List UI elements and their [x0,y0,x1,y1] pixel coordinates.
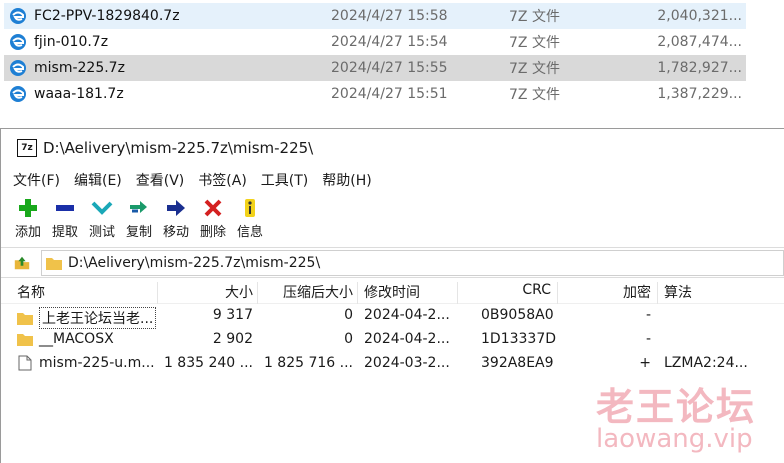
folder-up-icon [14,256,30,269]
7zip-app-icon: 7z [17,139,37,157]
list-header: 名称 大小 压缩后大小 修改时间 CRC 加密 算法 [1,278,784,304]
menu-tools[interactable]: 工具(T) [261,170,308,190]
file-date: 2024/4/27 15:54 [331,34,448,50]
row-modified: 2024-04-2... [364,307,450,323]
row-packed: 0 [344,307,353,323]
col-packed-size[interactable]: 压缩后大小 [263,282,353,302]
col-crc[interactable]: CRC [481,282,551,298]
menu-bookmarks[interactable]: 书签(A) [198,170,247,190]
move-arrow-icon [167,200,185,216]
browser-file-icon [10,60,26,76]
extract-button[interactable]: 提取 [48,197,82,240]
col-modified[interactable]: 修改时间 [364,282,420,302]
menu-edit[interactable]: 编辑(E) [74,170,122,190]
file-name: FC2-PPV-1829840.7z [34,8,180,24]
info-button[interactable]: 信息 [233,197,267,240]
folder-up-button[interactable] [9,250,35,276]
row-modified: 2024-04-2... [364,331,450,347]
explorer-file-list: FC2-PPV-1829840.7z 2024/4/27 15:58 7Z 文件… [0,0,784,112]
row-name: __MACOSX [39,331,114,347]
file-size: 2,040,321... [657,8,742,24]
row-modified: 2024-03-2... [364,355,450,371]
test-label: 测试 [88,225,115,240]
watermark-url: laowang.vip [596,424,753,454]
table-row[interactable]: mism-225-u.m... 1 835 240 ... 1 825 716 … [1,352,784,376]
col-name[interactable]: 名称 [17,282,45,302]
minus-icon [56,205,74,211]
col-method[interactable]: 算法 [664,282,692,302]
folder-icon [45,257,62,270]
file-name: fjin-010.7z [34,34,109,50]
browser-file-icon [10,8,26,24]
path-text: D:\Aelivery\mism-225.7z\mism-225\ [67,254,321,271]
move-button[interactable]: 移动 [159,197,193,240]
file-type: 7Z 文件 [509,87,560,103]
col-encrypted[interactable]: 加密 [601,282,651,302]
row-crc: 0B9058A0 [481,307,554,323]
archive-file-list: 名称 大小 压缩后大小 修改时间 CRC 加密 算法 上老王论坛当老... 9 … [1,277,784,376]
toolbar: 添加 提取 测试 复制 移动 删除 信息 [1,193,784,247]
info-icon [245,199,255,217]
browser-file-icon [10,34,26,50]
row-encrypted: - [645,331,651,347]
table-row[interactable]: 上老王论坛当老... 9 317 0 2024-04-2... 0B9058A0… [1,304,784,329]
file-size: 1,782,927... [657,60,742,76]
row-name: mism-225-u.m... [39,355,155,371]
file-type: 7Z 文件 [509,9,560,25]
copy-arrows-icon [130,201,147,213]
file-name: mism-225.7z [34,60,125,76]
row-name: 上老王论坛当老... [39,307,157,329]
add-label: 添加 [14,225,41,240]
row-size: 1 835 240 ... [163,355,253,371]
delete-button[interactable]: 删除 [196,197,230,240]
file-icon [18,355,32,371]
table-row[interactable]: __MACOSX 2 902 0 2024-04-2... 1D13337D - [1,328,784,352]
file-date: 2024/4/27 15:51 [331,86,448,102]
address-bar: D:\Aelivery\mism-225.7z\mism-225\ [1,247,784,277]
add-button[interactable]: 添加 [11,197,45,240]
menu-help[interactable]: 帮助(H) [322,170,371,190]
menu-file[interactable]: 文件(F) [13,170,60,190]
file-type: 7Z 文件 [509,61,560,77]
file-date: 2024/4/27 15:55 [331,60,448,76]
row-crc: 392A8EA9 [481,355,554,371]
file-row-mism[interactable]: mism-225.7z 2024/4/27 15:55 7Z 文件 1,782,… [4,55,746,81]
file-date: 2024/4/27 15:58 [331,8,448,24]
row-crc: 1D13337D [481,331,557,347]
col-size[interactable]: 大小 [191,282,253,302]
copy-label: 复制 [125,225,152,240]
menu-view[interactable]: 查看(V) [136,170,185,190]
row-size: 9 317 [212,307,253,323]
watermark-text: 老王论坛 [596,385,757,429]
extract-label: 提取 [51,225,78,240]
row-encrypted: + [639,355,651,371]
file-row-waaa[interactable]: waaa-181.7z 2024/4/27 15:51 7Z 文件 1,387,… [4,81,746,107]
file-row-fjin[interactable]: fjin-010.7z 2024/4/27 15:54 7Z 文件 2,087,… [4,29,746,55]
folder-icon [17,313,33,325]
row-method: LZMA2:24... [664,355,748,371]
row-size: 2 902 [212,331,253,347]
row-encrypted: - [645,307,651,323]
path-input[interactable]: D:\Aelivery\mism-225.7z\mism-225\ [40,249,784,276]
file-size: 1,387,229... [657,86,742,102]
menu-bar: 文件(F) 编辑(E) 查看(V) 书签(A) 工具(T) 帮助(H) [1,167,784,193]
copy-button[interactable]: 复制 [122,197,156,240]
file-row-fc2[interactable]: FC2-PPV-1829840.7z 2024/4/27 15:58 7Z 文件… [4,3,746,29]
row-packed: 1 825 716 ... [263,355,353,371]
file-name: waaa-181.7z [34,86,124,102]
folder-icon [17,334,33,346]
delete-x-icon [204,199,222,217]
test-button[interactable]: 测试 [85,197,119,240]
window-title: D:\Aelivery\mism-225.7z\mism-225\ [43,139,314,157]
browser-file-icon [10,86,26,102]
title-bar: 7z D:\Aelivery\mism-225.7z\mism-225\ [1,129,784,167]
plus-icon [19,199,37,217]
delete-label: 删除 [199,225,226,240]
check-chevron-icon [91,201,113,215]
row-packed: 0 [344,331,353,347]
move-label: 移动 [162,225,189,240]
info-label: 信息 [236,225,263,240]
file-size: 2,087,474... [657,34,742,50]
file-type: 7Z 文件 [509,35,560,51]
